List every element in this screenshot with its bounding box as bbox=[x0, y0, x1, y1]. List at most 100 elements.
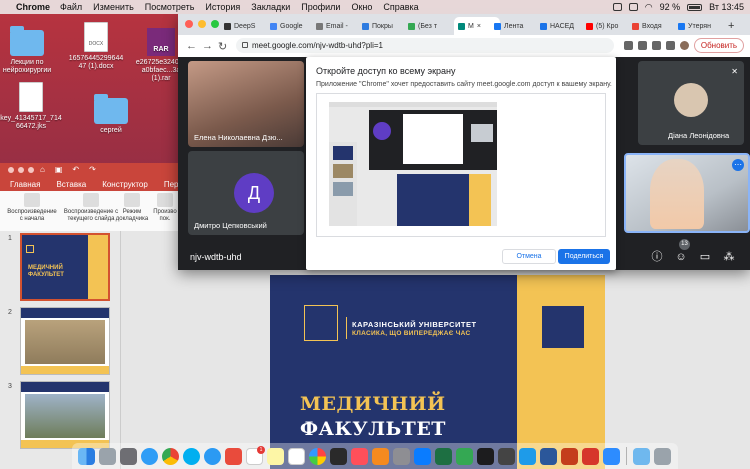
cancel-button[interactable]: Отмена bbox=[502, 249, 556, 264]
browser-tab[interactable]: Утерян bbox=[678, 17, 722, 35]
photo-booth-icon[interactable] bbox=[225, 447, 242, 465]
back-icon[interactable]: ← bbox=[186, 40, 197, 52]
slide-thumbnail-1[interactable]: МЕДИЧНИЙ ФАКУЛЬТЕТ bbox=[20, 233, 110, 301]
wifi-icon[interactable]: ◠ bbox=[645, 2, 653, 13]
browser-tab[interactable]: Google bbox=[270, 17, 314, 35]
excel-icon[interactable] bbox=[435, 447, 452, 465]
desktop-file-jks[interactable]: key_41345717_714 66472.jks bbox=[0, 82, 62, 131]
screen-preview[interactable] bbox=[316, 93, 606, 237]
reload-icon[interactable]: ↻ bbox=[218, 40, 227, 53]
menu-file[interactable]: Файл bbox=[60, 2, 82, 12]
menu-bookmarks[interactable]: Закладки bbox=[251, 2, 290, 12]
chat-icon[interactable]: ▭ bbox=[698, 250, 712, 264]
desktop-folder-sergey[interactable]: сергей bbox=[86, 94, 136, 135]
lock-icon[interactable] bbox=[242, 42, 248, 48]
minimize-button[interactable] bbox=[198, 20, 206, 28]
skype-icon[interactable] bbox=[183, 447, 200, 465]
facetime-icon[interactable] bbox=[330, 447, 347, 465]
finder-icon[interactable] bbox=[78, 447, 95, 465]
browser-tab[interactable]: (5) Кро bbox=[586, 17, 630, 35]
home-icon[interactable]: ⌂ bbox=[40, 165, 45, 174]
trash-icon[interactable] bbox=[654, 447, 671, 465]
presenter-view-button[interactable]: Режим докладчика bbox=[114, 193, 150, 223]
current-slide[interactable]: КАРАЗІНСЬКИЙ УНІВЕРСИТЕТ КЛАСИКА, ЩО ВИП… bbox=[270, 275, 605, 469]
redo-icon[interactable]: ↷ bbox=[89, 165, 96, 174]
close-button[interactable] bbox=[185, 20, 193, 28]
siri-icon[interactable] bbox=[99, 447, 116, 465]
play-from-start-button[interactable]: Воспроизведение с начала bbox=[6, 193, 58, 223]
screen-record-icon[interactable] bbox=[612, 3, 622, 11]
app-store-icon[interactable] bbox=[414, 447, 431, 465]
tab-home[interactable]: Главная bbox=[4, 180, 46, 189]
battery-icon[interactable] bbox=[687, 3, 703, 11]
chrome-icon[interactable] bbox=[162, 447, 179, 465]
telegram-icon[interactable] bbox=[204, 447, 221, 465]
pdf-icon[interactable] bbox=[582, 447, 599, 465]
powerpoint-icon[interactable] bbox=[561, 447, 578, 465]
utorrent-icon[interactable] bbox=[456, 447, 473, 465]
tab-insert[interactable]: Вставка bbox=[50, 180, 92, 189]
share-button[interactable]: Поделиться bbox=[558, 249, 610, 264]
menu-profiles[interactable]: Профили bbox=[301, 2, 340, 12]
profile-avatar[interactable] bbox=[680, 41, 689, 50]
new-tab-button[interactable]: + bbox=[728, 17, 734, 35]
menu-history[interactable]: История bbox=[205, 2, 240, 12]
browser-tab[interactable]: DeepS bbox=[224, 17, 268, 35]
photos-icon[interactable] bbox=[309, 447, 326, 465]
minimize-button[interactable] bbox=[18, 167, 24, 173]
puzzle-icon[interactable] bbox=[652, 41, 661, 50]
save-icon[interactable]: ▣ bbox=[55, 165, 63, 174]
menu-view[interactable]: Посмотреть bbox=[145, 2, 195, 12]
zoom-button[interactable] bbox=[28, 167, 34, 173]
participant-tile[interactable]: Елена Николаевна Дзю... bbox=[188, 61, 304, 147]
menu-edit[interactable]: Изменить bbox=[93, 2, 134, 12]
menu-app-name[interactable]: Chrome bbox=[16, 2, 50, 12]
play-from-current-button[interactable]: Воспроизведение с текущего слайда bbox=[62, 193, 120, 223]
people-icon[interactable]: ☺ bbox=[674, 250, 688, 264]
desktop-folder-lectures[interactable]: Лекции по нейрохирургии bbox=[2, 26, 52, 75]
app-icon[interactable] bbox=[519, 447, 536, 465]
notes-icon[interactable] bbox=[267, 447, 284, 465]
system-preferences-icon[interactable] bbox=[393, 447, 410, 465]
reminders-icon[interactable] bbox=[288, 447, 305, 465]
participant-tile[interactable]: ✕ Діана Леонідовна bbox=[638, 61, 744, 145]
music-icon[interactable] bbox=[351, 447, 368, 465]
zoom-icon[interactable] bbox=[603, 447, 620, 465]
extension-icon[interactable] bbox=[624, 41, 633, 50]
menu-window[interactable]: Окно bbox=[351, 2, 372, 12]
slide-thumbnail-2[interactable] bbox=[20, 307, 110, 375]
more-options-icon[interactable]: ⋯ bbox=[732, 159, 744, 171]
tab-design[interactable]: Конструктор bbox=[96, 180, 154, 189]
zoom-button[interactable] bbox=[211, 20, 219, 28]
browser-tab[interactable]: Лента bbox=[494, 17, 538, 35]
forward-icon[interactable]: → bbox=[202, 40, 213, 52]
menu-help[interactable]: Справка bbox=[383, 2, 418, 12]
extension-icon[interactable] bbox=[638, 41, 647, 50]
browser-tab[interactable]: (Без т bbox=[408, 17, 452, 35]
calendar-icon[interactable]: 1 bbox=[246, 445, 265, 465]
rehearse-button[interactable]: Произво пок. bbox=[152, 193, 178, 223]
activities-icon[interactable]: ⁂ bbox=[722, 250, 736, 264]
browser-tab[interactable]: Email - bbox=[316, 17, 360, 35]
update-button[interactable]: Обновить bbox=[694, 38, 744, 53]
browser-tab[interactable]: НАСЕД bbox=[540, 17, 584, 35]
books-icon[interactable] bbox=[372, 447, 389, 465]
participant-video-tile[interactable]: ⋯ bbox=[624, 153, 750, 233]
activity-monitor-icon[interactable] bbox=[498, 447, 515, 465]
undo-icon[interactable]: ↶ bbox=[72, 165, 79, 174]
info-icon[interactable]: ⓘ bbox=[650, 250, 664, 264]
slide-thumbnail-3[interactable] bbox=[20, 381, 110, 449]
safari-icon[interactable] bbox=[141, 447, 158, 465]
launchpad-icon[interactable] bbox=[120, 447, 137, 465]
downloads-folder-icon[interactable] bbox=[633, 447, 650, 465]
browser-tab[interactable]: Покры bbox=[362, 17, 406, 35]
close-button[interactable] bbox=[8, 167, 14, 173]
desktop-file-docx[interactable]: DOCX 16576445299644 47 (1).docx bbox=[64, 22, 128, 71]
close-tab-icon[interactable]: × bbox=[477, 23, 481, 30]
clock[interactable]: Вт 13:45 bbox=[709, 2, 744, 12]
participant-tile[interactable]: Д Дмитро Цепковський bbox=[188, 151, 304, 235]
display-icon[interactable] bbox=[628, 3, 638, 11]
word-icon[interactable] bbox=[540, 447, 557, 465]
browser-tab[interactable]: Входя bbox=[632, 17, 676, 35]
terminal-icon[interactable] bbox=[477, 447, 494, 465]
